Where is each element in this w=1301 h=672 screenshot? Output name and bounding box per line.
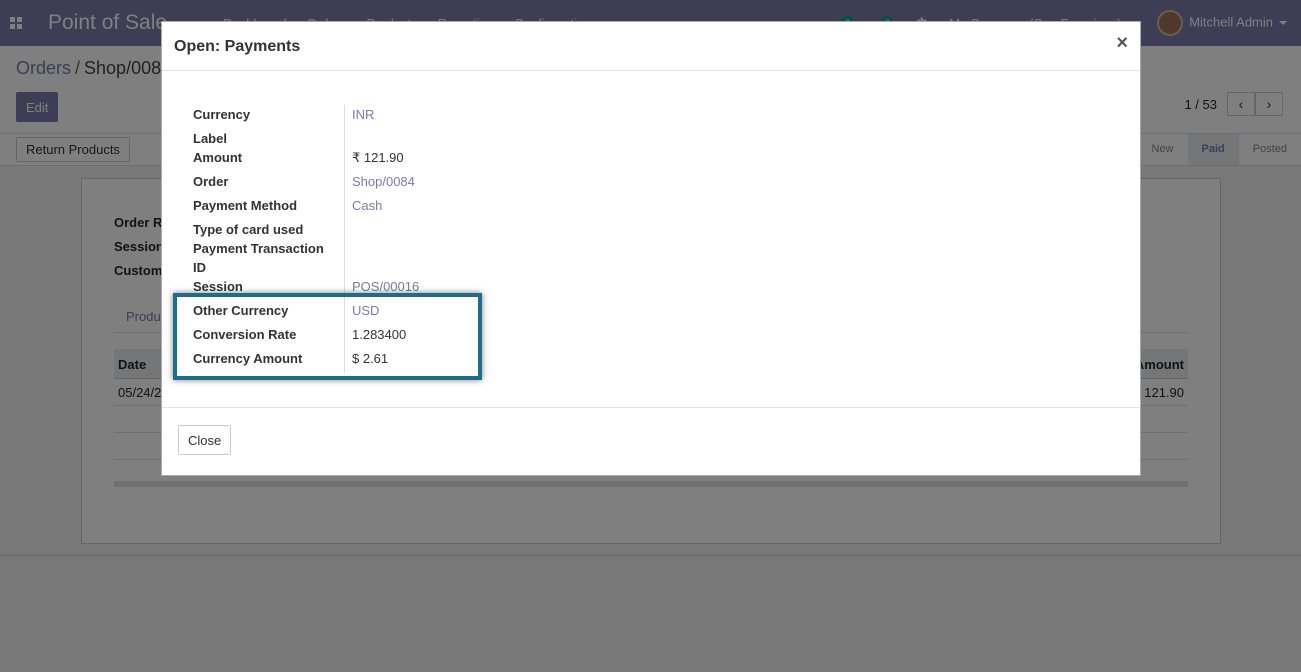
payment-method-label: Payment Method	[193, 198, 298, 213]
dialog-header: Open: Payments ×	[162, 22, 1140, 71]
dialog-body: Currency INR Label Amount ₹ 121.90 Order…	[162, 71, 1140, 407]
label-label: Label	[193, 131, 227, 146]
amount-label: Amount	[193, 150, 243, 165]
highlight-box	[173, 293, 482, 380]
order-label: Order	[193, 174, 229, 189]
dialog-title: Open: Payments	[174, 38, 301, 55]
order-value[interactable]: Shop/0084	[352, 172, 415, 191]
close-button[interactable]: Close	[178, 425, 232, 455]
currency-value[interactable]: INR	[352, 105, 374, 124]
currency-label: Currency	[193, 107, 251, 122]
transaction-id-label: Payment Transaction ID	[193, 241, 324, 275]
amount-value: ₹ 121.90	[352, 150, 404, 165]
card-type-label: Type of card used	[193, 222, 304, 237]
payment-dialog: Open: Payments × Currency INR Label Amou…	[161, 21, 1141, 476]
dialog-footer: Close	[162, 407, 1140, 475]
close-icon[interactable]: ×	[1116, 33, 1128, 53]
payment-method-value[interactable]: Cash	[352, 196, 382, 215]
